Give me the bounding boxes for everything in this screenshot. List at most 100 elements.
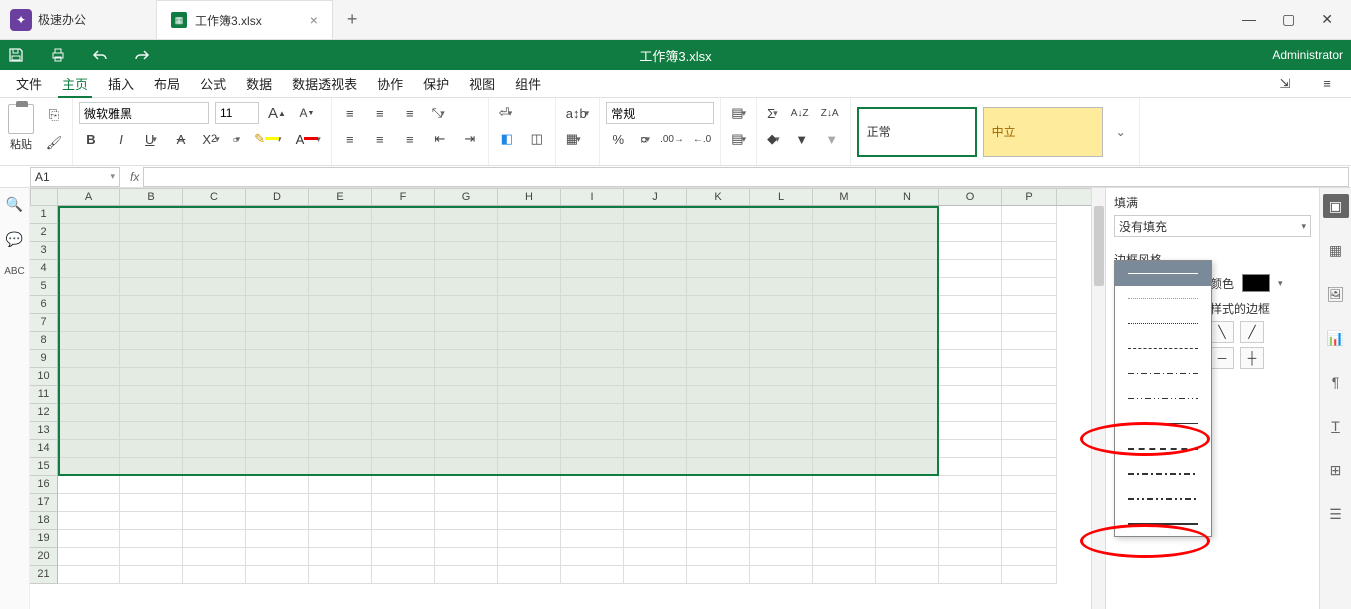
cell[interactable] bbox=[939, 332, 1002, 350]
cell[interactable] bbox=[435, 368, 498, 386]
cell[interactable] bbox=[750, 386, 813, 404]
cell[interactable] bbox=[939, 458, 1002, 476]
row-header-2[interactable]: 2 bbox=[30, 224, 58, 242]
cell[interactable] bbox=[498, 566, 561, 584]
cell[interactable] bbox=[750, 494, 813, 512]
cell[interactable] bbox=[498, 476, 561, 494]
format-painter-icon[interactable]: 🖌 bbox=[42, 132, 66, 154]
cell[interactable] bbox=[750, 530, 813, 548]
cell[interactable] bbox=[435, 512, 498, 530]
cell[interactable] bbox=[687, 386, 750, 404]
cell[interactable] bbox=[876, 458, 939, 476]
cell[interactable] bbox=[561, 206, 624, 224]
cell[interactable] bbox=[58, 332, 120, 350]
cell[interactable] bbox=[687, 206, 750, 224]
decrease-decimal-icon[interactable]: ←.0 bbox=[690, 128, 714, 150]
cell[interactable] bbox=[813, 224, 876, 242]
cell[interactable] bbox=[246, 548, 309, 566]
cell[interactable] bbox=[750, 566, 813, 584]
cell[interactable] bbox=[183, 296, 246, 314]
cell[interactable] bbox=[1002, 314, 1057, 332]
textart-panel-icon[interactable]: T bbox=[1323, 414, 1349, 438]
cell[interactable] bbox=[372, 314, 435, 332]
cell[interactable] bbox=[1002, 440, 1057, 458]
cell[interactable] bbox=[309, 530, 372, 548]
cell[interactable] bbox=[309, 332, 372, 350]
menu-item-4[interactable]: 公式 bbox=[190, 70, 236, 97]
cell[interactable] bbox=[435, 350, 498, 368]
menu-item-8[interactable]: 保护 bbox=[413, 70, 459, 97]
cell[interactable] bbox=[750, 548, 813, 566]
cell[interactable] bbox=[561, 566, 624, 584]
cell[interactable] bbox=[498, 512, 561, 530]
row-header-5[interactable]: 5 bbox=[30, 278, 58, 296]
bold-button[interactable]: B bbox=[79, 128, 103, 150]
cell[interactable] bbox=[309, 278, 372, 296]
cell[interactable] bbox=[120, 548, 183, 566]
cell[interactable] bbox=[1002, 224, 1057, 242]
cell[interactable] bbox=[246, 530, 309, 548]
border-style-dash-medium[interactable] bbox=[1115, 436, 1211, 461]
cell[interactable] bbox=[58, 548, 120, 566]
cell[interactable] bbox=[687, 404, 750, 422]
cell[interactable] bbox=[246, 476, 309, 494]
file-tab-active[interactable]: ▦ 工作簿3.xlsx × bbox=[156, 0, 333, 39]
menu-item-9[interactable]: 视图 bbox=[459, 70, 505, 97]
cell[interactable] bbox=[876, 278, 939, 296]
cell[interactable] bbox=[120, 404, 183, 422]
cell[interactable] bbox=[372, 224, 435, 242]
pivot-panel-icon[interactable]: ⊞ bbox=[1323, 458, 1349, 482]
cell[interactable] bbox=[561, 332, 624, 350]
cell[interactable] bbox=[183, 458, 246, 476]
cell[interactable] bbox=[120, 224, 183, 242]
border-style-solid-medium[interactable] bbox=[1115, 411, 1211, 436]
cell[interactable] bbox=[813, 512, 876, 530]
cell[interactable] bbox=[498, 224, 561, 242]
menu-item-10[interactable]: 组件 bbox=[505, 70, 551, 97]
cell[interactable] bbox=[246, 206, 309, 224]
cell[interactable] bbox=[58, 242, 120, 260]
cell[interactable] bbox=[435, 314, 498, 332]
sort-desc-icon[interactable]: Z↓A bbox=[818, 102, 842, 124]
cell[interactable] bbox=[1002, 476, 1057, 494]
style-neutral[interactable]: 中立 bbox=[983, 107, 1103, 157]
cell[interactable] bbox=[372, 530, 435, 548]
cell[interactable] bbox=[1002, 494, 1057, 512]
currency-icon[interactable]: ¤▾ bbox=[636, 128, 654, 150]
border-color-swatch[interactable] bbox=[1242, 274, 1270, 292]
cell[interactable] bbox=[58, 458, 120, 476]
cell[interactable] bbox=[58, 278, 120, 296]
cell[interactable] bbox=[309, 368, 372, 386]
cell[interactable] bbox=[435, 566, 498, 584]
cell[interactable] bbox=[750, 332, 813, 350]
cell[interactable] bbox=[813, 458, 876, 476]
spellcheck-icon[interactable]: ABC bbox=[4, 266, 25, 277]
cell[interactable] bbox=[750, 404, 813, 422]
autosum-icon[interactable]: Σ▾ bbox=[763, 102, 782, 124]
cell[interactable] bbox=[813, 350, 876, 368]
tab-add-button[interactable]: + bbox=[333, 0, 372, 39]
cell[interactable] bbox=[750, 422, 813, 440]
cell[interactable] bbox=[372, 332, 435, 350]
cell[interactable] bbox=[1002, 548, 1057, 566]
font-color-button[interactable]: A▾ bbox=[292, 128, 325, 150]
cell[interactable] bbox=[813, 440, 876, 458]
cell[interactable] bbox=[624, 350, 687, 368]
menu-item-0[interactable]: 文件 bbox=[6, 70, 52, 97]
style-normal[interactable]: 正常 bbox=[857, 107, 977, 157]
cell[interactable] bbox=[939, 260, 1002, 278]
row-header-16[interactable]: 16 bbox=[30, 476, 58, 494]
cell[interactable] bbox=[687, 296, 750, 314]
merge-cells-icon[interactable]: ◧ bbox=[495, 128, 519, 150]
cell[interactable] bbox=[624, 296, 687, 314]
col-header-M[interactable]: M bbox=[813, 189, 876, 205]
cell[interactable] bbox=[876, 422, 939, 440]
cell[interactable] bbox=[58, 350, 120, 368]
redo-icon[interactable] bbox=[134, 49, 150, 61]
cell[interactable] bbox=[687, 440, 750, 458]
col-header-C[interactable]: C bbox=[183, 189, 246, 205]
border-diag-up-icon[interactable]: ╱ bbox=[1240, 321, 1264, 343]
cell[interactable] bbox=[876, 494, 939, 512]
border-horizontal-icon[interactable]: ─ bbox=[1210, 347, 1234, 369]
orientation-icon[interactable]: ⤡▾ bbox=[428, 102, 449, 124]
